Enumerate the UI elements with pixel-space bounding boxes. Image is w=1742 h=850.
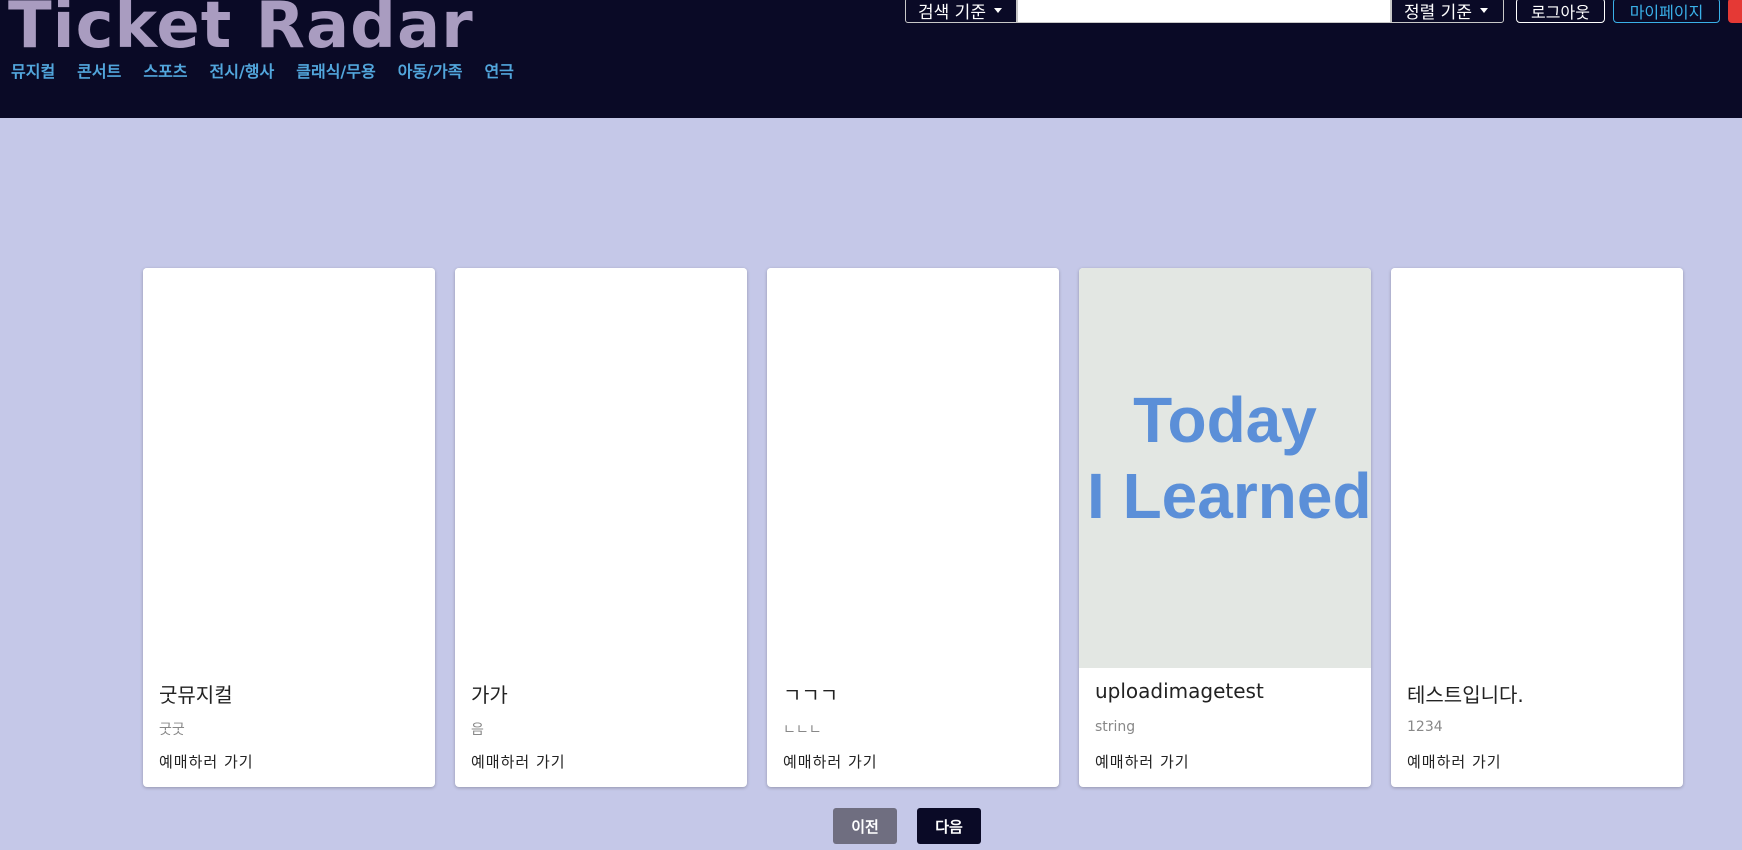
caret-down-icon [1479,8,1488,13]
nav-item-theater[interactable]: 연극 [484,58,513,82]
card-subtitle: string [1095,719,1136,735]
card-title: ㄱㄱㄱ [783,683,839,707]
sort-criteria-label: 정렬 기준 [1404,3,1472,23]
card-image: Today I Learned [1079,268,1371,668]
logout-button[interactable]: 로그아웃 [1516,0,1605,23]
book-link[interactable]: 예매하러 가기 [783,751,878,772]
category-nav: 뮤지컬 콘서트 스포츠 전시/행사 클래식/무용 아동/가족 연극 [11,58,514,82]
performance-card[interactable]: 테스트입니다. 1234 예매하러 가기 [1391,268,1683,787]
book-link[interactable]: 예매하러 가기 [1407,751,1502,772]
nav-item-musical[interactable]: 뮤지컬 [11,58,55,82]
card-image [1391,268,1683,668]
card-title: 가가 [471,683,508,707]
card-image-text: Today [1133,384,1317,456]
search-bar: 검색 기준 정렬 기준 [905,0,1504,23]
next-button[interactable]: 다음 [917,808,981,844]
book-link[interactable]: 예매하러 가기 [1095,751,1190,772]
mypage-button[interactable]: 마이페이지 [1613,0,1720,23]
card-title: uploadimagetest [1095,679,1264,703]
card-image [767,268,1059,668]
card-subtitle: ㄴㄴㄴ [783,722,822,738]
nav-item-concert[interactable]: 콘서트 [77,58,121,82]
prev-button[interactable]: 이전 [833,808,897,844]
card-image [143,268,435,668]
card-image-text: I Learned [1087,460,1371,532]
header: Ticket Radar 뮤지컬 콘서트 스포츠 전시/행사 클래식/무용 아동… [0,0,1742,118]
performance-card[interactable]: Today I Learned uploadimagetest string 예… [1079,268,1371,787]
nav-item-kids-family[interactable]: 아동/가족 [398,58,463,82]
nav-item-classic-dance[interactable]: 클래식/무용 [296,58,375,82]
card-image [455,268,747,668]
extra-button[interactable] [1728,0,1742,23]
book-link[interactable]: 예매하러 가기 [471,751,566,772]
logo[interactable]: Ticket Radar [8,0,474,65]
caret-down-icon [993,8,1002,13]
card-subtitle: 음 [471,722,484,738]
performance-card[interactable]: 가가 음 예매하러 가기 [455,268,747,787]
card-list: 굿뮤지컬 굿굿 예매하러 가기 가가 음 예매하러 가기 ㄱㄱㄱ ㄴㄴㄴ 예매하… [143,268,1683,787]
card-title: 굿뮤지컬 [159,683,233,707]
search-input[interactable] [1017,0,1391,23]
book-link[interactable]: 예매하러 가기 [159,751,254,772]
nav-item-sports[interactable]: 스포츠 [143,58,187,82]
card-subtitle: 1234 [1407,719,1443,735]
nav-item-exhibition[interactable]: 전시/행사 [210,58,275,82]
card-title: 테스트입니다. [1407,683,1524,707]
performance-card[interactable]: 굿뮤지컬 굿굿 예매하러 가기 [143,268,435,787]
card-subtitle: 굿굿 [159,722,185,738]
performance-card[interactable]: ㄱㄱㄱ ㄴㄴㄴ 예매하러 가기 [767,268,1059,787]
search-criteria-dropdown[interactable]: 검색 기준 [905,0,1017,23]
sort-criteria-dropdown[interactable]: 정렬 기준 [1391,0,1504,23]
search-criteria-label: 검색 기준 [918,3,986,23]
